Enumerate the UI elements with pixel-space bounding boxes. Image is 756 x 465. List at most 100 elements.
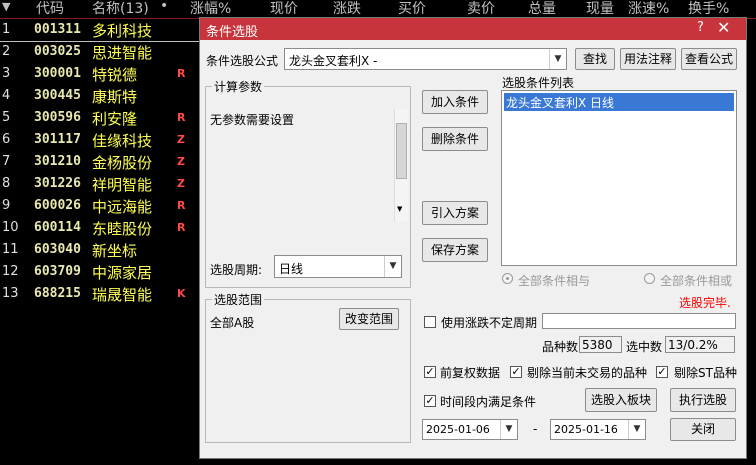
stock-code: 603709 — [34, 264, 81, 279]
row-index: 13 — [2, 286, 19, 301]
table-row[interactable]: 6 301117 佳缘科技 Z — [0, 129, 210, 151]
fq-checkbox[interactable]: ✓ — [424, 366, 436, 378]
date-from-picker[interactable]: 2025-01-06 ▼ — [422, 419, 518, 440]
table-row[interactable]: 11 603040 新坐标 — [0, 239, 210, 261]
quote-header: ▼ 代码 名称(13) • 涨幅% 现价 涨跌 买价 卖价 总量 现量 涨速% … — [0, 0, 756, 18]
date-from-value: 2025-01-06 — [426, 423, 490, 436]
chevron-down-icon[interactable]: ▼ — [500, 420, 517, 439]
col-turnover[interactable]: 换手% — [688, 0, 729, 18]
fq-label: 前复权数据 — [440, 366, 501, 380]
row-index: 10 — [2, 220, 19, 235]
remove-untraded-checkbox[interactable]: ✓ — [510, 366, 522, 378]
condition-list[interactable]: 龙头金叉套利X 日线 — [501, 90, 737, 266]
table-row[interactable]: 4 300445 康斯特 — [0, 85, 210, 107]
chevron-down-icon[interactable]: ▼ — [549, 49, 566, 69]
close-button[interactable]: 关闭 — [670, 418, 736, 441]
col-bid[interactable]: 买价 — [398, 0, 426, 18]
stock-code: 003025 — [34, 44, 81, 59]
delete-condition-button[interactable]: 删除条件 — [422, 127, 488, 151]
close-icon[interactable]: ✕ — [717, 18, 730, 37]
change-range-button[interactable]: 改变范围 — [339, 308, 399, 330]
table-row[interactable]: 10 600114 东睦股份 R — [0, 217, 210, 239]
var-period-input[interactable] — [542, 313, 736, 329]
list-item[interactable]: 龙头金叉套利X 日线 — [504, 93, 734, 111]
sort-arrow-icon[interactable]: ▼ — [2, 0, 10, 13]
stock-name: 新坐标 — [92, 242, 138, 260]
dialog-title-bar[interactable]: 条件选股 ? ✕ — [200, 18, 746, 40]
range-group-title: 选股范围 — [212, 291, 265, 308]
condition-selection-dialog: 条件选股 ? ✕ 条件选股公式 龙头金叉套利X - ▼ 查找 用法注释 查看公式… — [199, 17, 747, 459]
stock-code: 688215 — [34, 286, 81, 301]
remove-st-checkbox[interactable]: ✓ — [656, 366, 668, 378]
check-icon: ✓ — [657, 365, 667, 378]
all-and-radio[interactable] — [502, 273, 513, 284]
period-select[interactable]: 日线 ▼ — [274, 255, 402, 278]
row-index: 7 — [2, 154, 11, 169]
chevron-down-icon[interactable]: ▼ — [384, 256, 401, 277]
stock-flag: R — [177, 199, 186, 212]
col-change[interactable]: 涨跌 — [333, 0, 361, 18]
check-icon: ✓ — [425, 394, 435, 407]
stock-code: 301117 — [34, 132, 81, 147]
scroll-thumb[interactable] — [396, 123, 407, 179]
to-block-button[interactable]: 选股入板块 — [585, 388, 657, 412]
params-group-title: 计算参数 — [212, 78, 265, 95]
table-row[interactable]: 7 301210 金杨股份 Z — [0, 151, 210, 173]
status-text: 选股完毕. — [679, 296, 731, 310]
date-to-picker[interactable]: 2025-01-16 ▼ — [550, 419, 646, 440]
stock-flag: Z — [177, 133, 185, 146]
table-row[interactable]: 5 300596 利安隆 R — [0, 107, 210, 129]
table-row[interactable]: 12 603709 中源家居 — [0, 261, 210, 283]
col-code[interactable]: 代码 — [36, 0, 64, 18]
import-plan-button[interactable]: 引入方案 — [422, 201, 488, 225]
params-scrollbar[interactable]: ▼ — [394, 109, 408, 221]
period-value: 日线 — [279, 262, 304, 276]
col-ask[interactable]: 卖价 — [467, 0, 495, 18]
stock-flag: R — [177, 111, 186, 124]
row-index: 3 — [2, 66, 11, 81]
add-condition-button[interactable]: 加入条件 — [422, 90, 488, 114]
find-button[interactable]: 查找 — [575, 48, 615, 70]
stock-name: 中远海能 — [92, 198, 153, 216]
all-and-label: 全部条件相与 — [518, 274, 591, 288]
all-or-radio[interactable] — [644, 273, 655, 284]
stock-code: 001311 — [34, 22, 81, 37]
view-formula-button[interactable]: 查看公式 — [681, 48, 737, 70]
time-range-checkbox[interactable]: ✓ — [424, 395, 436, 407]
col-speed[interactable]: 涨速% — [628, 0, 669, 18]
table-row[interactable]: 9 600026 中远海能 R — [0, 195, 210, 217]
col-price[interactable]: 现价 — [270, 0, 298, 18]
col-volume[interactable]: 总量 — [528, 0, 556, 18]
table-row[interactable]: 3 300001 特锐德 R — [0, 63, 210, 85]
stock-flag: Z — [177, 177, 185, 190]
table-row[interactable]: 2 003025 思进智能 — [0, 41, 210, 63]
col-cur-vol[interactable]: 现量 — [586, 0, 614, 18]
stock-name: 祥明智能 — [92, 176, 153, 194]
check-icon: ✓ — [511, 365, 521, 378]
formula-select[interactable]: 龙头金叉套利X - ▼ — [284, 48, 567, 70]
hit-value: 13/0.2% — [668, 338, 718, 352]
formula-label: 条件选股公式 — [206, 54, 279, 68]
row-index: 5 — [2, 110, 11, 125]
table-row[interactable]: 13 688215 瑞晟智能 K — [0, 283, 210, 305]
var-period-checkbox[interactable] — [424, 316, 436, 328]
count-label: 品种数 — [542, 340, 579, 354]
row-index: 6 — [2, 132, 11, 147]
table-row[interactable]: 8 301226 祥明智能 Z — [0, 173, 210, 195]
scroll-down-icon[interactable]: ▼ — [397, 205, 402, 213]
formula-value: 龙头金叉套利X - — [289, 54, 378, 68]
col-name[interactable]: 名称(13) — [92, 0, 149, 18]
execute-button[interactable]: 执行选股 — [670, 388, 736, 412]
table-row[interactable]: 1 001311 多利科技 — [0, 19, 210, 42]
chevron-down-icon[interactable]: ▼ — [628, 420, 645, 439]
remove-untraded-label: 剔除当前未交易的品种 — [527, 366, 648, 380]
stock-code: 600114 — [34, 220, 81, 235]
help-icon[interactable]: ? — [697, 20, 704, 35]
save-plan-button[interactable]: 保存方案 — [422, 238, 488, 262]
stock-flag: Z — [177, 155, 185, 168]
usage-notes-button[interactable]: 用法注释 — [620, 48, 676, 70]
row-index: 12 — [2, 264, 19, 279]
row-index: 11 — [2, 242, 19, 257]
stock-code: 300445 — [34, 88, 81, 103]
col-change-pct[interactable]: 涨幅% — [190, 0, 231, 18]
